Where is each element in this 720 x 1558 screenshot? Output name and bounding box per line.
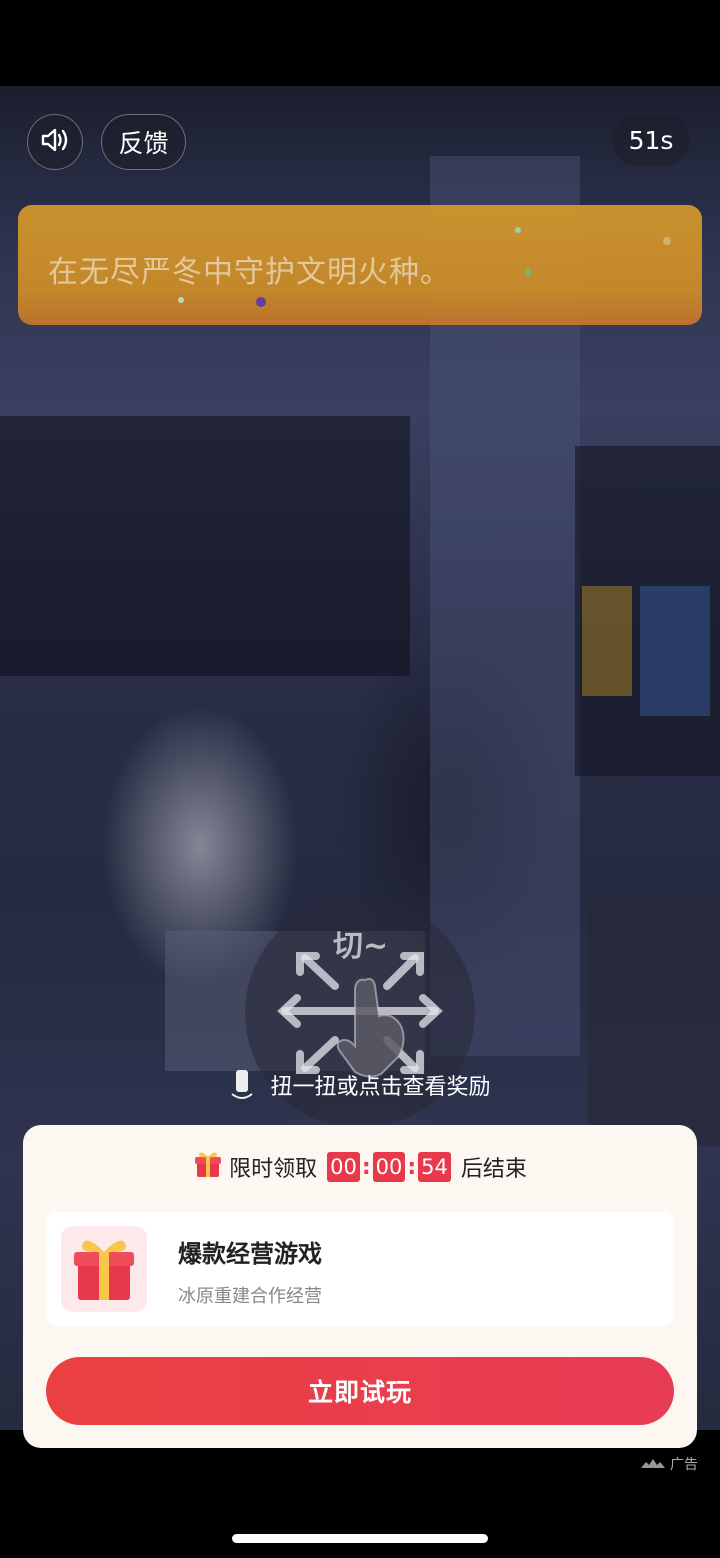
app-subtitle: 冰原重建合作经营 (178, 1286, 322, 1307)
banner-text: 在无尽严冬中守护文明火种。 (48, 255, 451, 290)
countdown-prefix: 限时领取 (229, 1157, 318, 1182)
promo-text-banner: 在无尽严冬中守护文明火种。 (18, 205, 702, 325)
countdown-hours: 00 (327, 1152, 360, 1182)
video-scene-sign (640, 586, 710, 716)
ad-download-card[interactable]: 限时领取 00:00:54 后结束 爆款经营游戏 冰原重建合作经营 立即试玩 (23, 1125, 697, 1448)
shake-hint-text: 扭一扭或点击查看奖励 (270, 1075, 491, 1100)
app-info-row[interactable]: 爆款经营游戏 冰原重建合作经营 (47, 1212, 673, 1326)
try-now-button[interactable]: 立即试玩 (46, 1357, 674, 1425)
sparkle-decoration (256, 297, 266, 307)
home-indicator[interactable] (232, 1534, 488, 1543)
shake-hint: 扭一扭或点击查看奖励 (0, 1068, 720, 1108)
feedback-button[interactable]: 反馈 (101, 114, 186, 170)
app-title: 爆款经营游戏 (178, 1240, 322, 1268)
countdown-row: 限时领取 00:00:54 后结束 (23, 1151, 697, 1183)
video-scene-sign (582, 586, 632, 696)
countdown-seconds: 54 (418, 1152, 451, 1182)
ad-timer-badge: 51s (612, 114, 690, 166)
sparkle-decoration (663, 237, 671, 245)
gesture-overlay-text: 切~ (333, 929, 388, 964)
ad-label-text: 广告 (670, 1457, 698, 1473)
video-scene-doorway (0, 416, 410, 676)
ad-logo-icon (641, 1459, 665, 1468)
speaker-icon (39, 124, 71, 160)
phone-shake-icon (229, 1068, 255, 1108)
gift-icon (193, 1149, 223, 1185)
status-bar-area (0, 0, 720, 86)
ad-label: 广告 (640, 1454, 698, 1474)
video-scene-gate (588, 906, 720, 1146)
sparkle-decoration (178, 297, 184, 303)
sparkle-decoration (515, 227, 521, 233)
gift-icon (74, 1240, 134, 1300)
app-icon (61, 1226, 147, 1312)
sparkle-decoration (525, 269, 531, 275)
sound-toggle-button[interactable] (27, 114, 83, 170)
countdown-suffix: 后结束 (460, 1157, 527, 1182)
countdown-minutes: 00 (372, 1152, 406, 1182)
